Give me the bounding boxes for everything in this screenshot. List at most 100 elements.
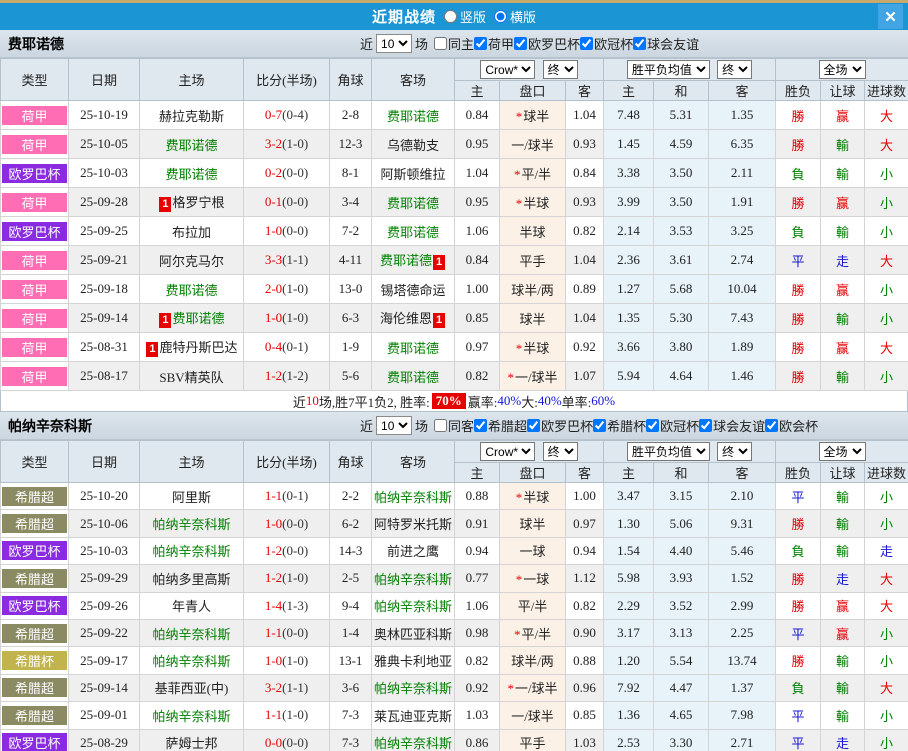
away-team: 莱瓦迪亚克斯 bbox=[371, 701, 455, 730]
full-score: 1-1 bbox=[264, 625, 283, 641]
match-row: 希腊超 25-10-20 阿里斯 1-1(0-1) 2-2 帕纳辛奈科斯 0.88 *半球 1.… bbox=[0, 481, 908, 511]
result-cell: 負 bbox=[775, 536, 822, 566]
odds-away-cell: 1.12 bbox=[564, 564, 605, 593]
team-label: 萨姆士邦 bbox=[165, 736, 218, 751]
result-cell: 勝 bbox=[775, 646, 822, 675]
league-checkbox[interactable] bbox=[593, 419, 607, 432]
same-venue-checkbox[interactable] bbox=[434, 37, 448, 50]
match-count-select[interactable]: 10 bbox=[376, 416, 413, 435]
handicap-star: * bbox=[515, 108, 523, 124]
full-match-select[interactable]: 全场 bbox=[818, 442, 866, 461]
same-venue-checkbox[interactable] bbox=[434, 419, 448, 432]
mean-type-select[interactable]: 胜平负均值 bbox=[626, 442, 710, 461]
col-corner: 角球 bbox=[329, 58, 372, 101]
odds-source-select[interactable]: Crow* bbox=[480, 60, 536, 79]
league-type-badge: 欧罗巴杯 bbox=[2, 541, 67, 561]
score-cell: 1-0(1-0) bbox=[243, 646, 330, 675]
league-type-badge: 欧罗巴杯 bbox=[2, 163, 67, 183]
mean-final-select[interactable]: 终 bbox=[717, 60, 753, 79]
league-filter[interactable]: 希腊超 bbox=[474, 416, 527, 435]
score-cell: 1-1(0-0) bbox=[243, 618, 330, 648]
layout-horizontal-option[interactable]: 横版 bbox=[494, 7, 536, 26]
league-filter-label: 欧冠杯 bbox=[660, 419, 700, 434]
corner-cell: 8-1 bbox=[329, 158, 372, 188]
mean-away-cell: 1.91 bbox=[708, 187, 777, 217]
team-label: 前进之鹰 bbox=[386, 544, 439, 560]
home-team: 帕纳多里高斯 bbox=[139, 564, 244, 593]
league-checkbox[interactable] bbox=[580, 37, 594, 50]
team-label: 费耶诺德 bbox=[172, 311, 225, 327]
league-filter[interactable]: 希腊杯 bbox=[593, 416, 646, 435]
odds-final-select[interactable]: 终 bbox=[542, 60, 578, 79]
handicap-cell: 球半 bbox=[499, 509, 566, 538]
vertical-radio[interactable] bbox=[443, 10, 457, 23]
handicap-cell: *平/半 bbox=[499, 158, 566, 188]
full-score: 1-0 bbox=[264, 515, 283, 531]
handicap-result-cell: 輸 bbox=[820, 673, 866, 703]
away-team: 费耶诺德 bbox=[371, 216, 455, 246]
same-venue-filter[interactable]: 同客 bbox=[434, 416, 474, 435]
home-team: 费耶诺德 bbox=[139, 274, 244, 304]
league-filter[interactable]: 球会友谊 bbox=[699, 416, 765, 435]
league-filter[interactable]: 欧罗巴杯 bbox=[514, 34, 580, 53]
close-button[interactable]: ✕ bbox=[878, 4, 903, 29]
result-cell: 平 bbox=[775, 481, 822, 511]
full-score: 1-0 bbox=[264, 652, 283, 668]
layout-vertical-option[interactable]: 竖版 bbox=[443, 7, 486, 26]
team-label: 帕纳辛奈科斯 bbox=[373, 736, 452, 751]
filters: 近 10 场 同客 希腊超 欧罗巴杯 希腊杯 欧冠杯 球会友谊 欧会杯 bbox=[360, 416, 818, 435]
corner-cell: 6-2 bbox=[329, 509, 372, 538]
full-match-select[interactable]: 全场 bbox=[818, 60, 866, 79]
type-cell: 欧罗巴杯 bbox=[0, 216, 69, 246]
col-handicap: 盘口 bbox=[499, 462, 566, 483]
full-score: 0-2 bbox=[264, 165, 283, 180]
odds-source-select[interactable]: Crow* bbox=[480, 442, 536, 461]
mean-home-cell: 1.30 bbox=[603, 509, 655, 538]
league-filter[interactable]: 球会友谊 bbox=[633, 34, 699, 53]
match-count-select[interactable]: 10 bbox=[376, 34, 413, 53]
league-checkbox[interactable] bbox=[514, 37, 528, 50]
date-cell: 25-09-14 bbox=[68, 673, 140, 703]
league-filter[interactable]: 欧冠杯 bbox=[646, 416, 699, 435]
odds-final-select[interactable]: 终 bbox=[542, 442, 578, 461]
corner-cell: 2-5 bbox=[329, 564, 372, 593]
league-checkbox[interactable] bbox=[474, 37, 488, 50]
league-checkbox[interactable] bbox=[699, 419, 713, 432]
date-cell: 25-09-25 bbox=[68, 216, 140, 246]
league-checkbox[interactable] bbox=[646, 419, 660, 432]
team-label: 帕纳辛奈科斯 bbox=[152, 708, 231, 724]
mean-draw-cell: 4.64 bbox=[653, 361, 710, 391]
odds-away-cell: 1.04 bbox=[564, 303, 605, 333]
league-filter[interactable]: 欧冠杯 bbox=[580, 34, 633, 53]
horizontal-radio[interactable] bbox=[494, 10, 507, 23]
handicap-cell: *一/球半 bbox=[499, 361, 566, 391]
handicap-star: * bbox=[515, 195, 523, 211]
same-venue-filter[interactable]: 同主 bbox=[434, 34, 474, 53]
team-label: 费耶诺德 bbox=[386, 108, 439, 124]
mean-draw-cell: 5.06 bbox=[653, 509, 710, 538]
league-filter[interactable]: 欧会杯 bbox=[765, 416, 818, 435]
filters: 近 10 场 同主 荷甲 欧罗巴杯 欧冠杯 球会友谊 bbox=[360, 34, 699, 53]
handicap-result-cell: 輸 bbox=[820, 158, 866, 188]
league-checkbox[interactable] bbox=[527, 419, 541, 432]
section-panathinaikos: 帕纳辛奈科斯 近 10 场 同客 希腊超 欧罗巴杯 希腊杯 欧冠杯 球会友谊 欧会杯 bbox=[0, 412, 908, 751]
mean-type-select[interactable]: 胜平负均值 bbox=[626, 60, 710, 79]
type-cell: 希腊超 bbox=[0, 564, 69, 593]
same-venue-label: 同客 bbox=[448, 419, 475, 434]
full-score: 0-7 bbox=[264, 107, 283, 122]
odds-home-cell: 0.82 bbox=[454, 646, 500, 675]
col-result: 胜负 bbox=[775, 80, 822, 101]
odds-group-header: Crow* 终 bbox=[453, 58, 605, 81]
mean-final-select[interactable]: 终 bbox=[717, 442, 753, 461]
league-checkbox[interactable] bbox=[474, 419, 488, 432]
handicap-result-cell: 輸 bbox=[820, 646, 866, 675]
handicap-cell: 平手 bbox=[499, 245, 566, 275]
mean-away-cell: 10.04 bbox=[708, 274, 777, 304]
handicap-result-cell: 輸 bbox=[820, 701, 866, 730]
league-filter[interactable]: 欧罗巴杯 bbox=[527, 416, 593, 435]
odds-home-cell: 0.88 bbox=[454, 481, 500, 511]
mean-draw-cell: 5.54 bbox=[653, 646, 710, 675]
league-checkbox[interactable] bbox=[633, 37, 647, 50]
league-filter[interactable]: 荷甲 bbox=[474, 34, 514, 53]
league-checkbox[interactable] bbox=[765, 419, 779, 432]
